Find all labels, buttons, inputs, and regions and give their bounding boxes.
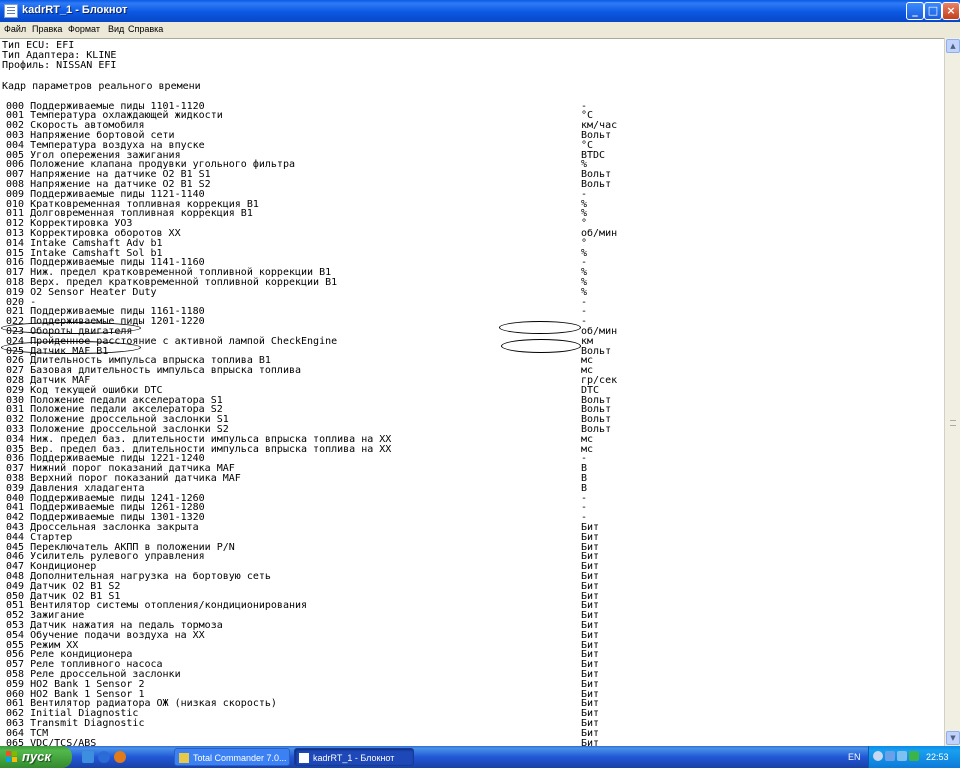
minimize-button[interactable]: _ xyxy=(906,2,924,20)
security-icon[interactable] xyxy=(909,751,919,761)
scroll-thumb-grip[interactable] xyxy=(950,420,956,426)
notepad-icon xyxy=(299,753,309,763)
windows-logo-icon xyxy=(6,751,18,763)
parameter-unit: Бит xyxy=(581,737,600,746)
show-desktop-icon[interactable] xyxy=(82,751,94,763)
tray-app-icon[interactable] xyxy=(873,751,883,761)
menu-file[interactable]: Файл xyxy=(4,24,26,34)
vertical-scrollbar[interactable]: ▲ ▼ xyxy=(944,38,960,746)
start-label: пуск xyxy=(22,749,51,764)
menu-help[interactable]: Справка xyxy=(128,24,163,34)
text-editor-area[interactable]: Тип ECU: EFI Тип Адаптера: KLINE Профиль… xyxy=(0,38,944,746)
menu-bar: Файл Правка Формат Вид Справка xyxy=(0,22,960,37)
hand-drawn-circle-maf-value xyxy=(501,339,581,353)
notepad-icon xyxy=(4,4,18,18)
notepad-window: kadrRT_1 - Блокнот _ □ × Файл Правка Фор… xyxy=(0,0,960,746)
title-bar[interactable]: kadrRT_1 - Блокнот _ □ × xyxy=(0,0,960,22)
taskbar-item-total-commander[interactable]: Total Commander 7.0... xyxy=(174,748,290,766)
clock: 22:53 xyxy=(926,752,949,762)
start-button[interactable]: пуск xyxy=(0,746,72,768)
menu-edit[interactable]: Правка xyxy=(32,24,62,34)
firefox-icon[interactable] xyxy=(114,751,126,763)
menu-view[interactable]: Вид xyxy=(108,24,124,34)
hand-drawn-circle-rpm-value xyxy=(499,321,581,334)
maximize-button[interactable]: □ xyxy=(924,2,942,20)
window-title: kadrRT_1 - Блокнот xyxy=(22,4,128,16)
menu-format[interactable]: Формат xyxy=(68,24,100,34)
parameter-name: 065 VDC/TCS/ABS xyxy=(6,737,97,746)
network-icon[interactable] xyxy=(885,751,895,761)
taskbar-item-notepad[interactable]: kadrRT_1 - Блокнот xyxy=(294,748,414,766)
scroll-down-icon[interactable]: ▼ xyxy=(946,731,960,745)
total-commander-icon xyxy=(179,753,189,763)
internet-explorer-icon[interactable] xyxy=(98,751,110,763)
close-button[interactable]: × xyxy=(942,2,960,20)
network-icon-2[interactable] xyxy=(897,751,907,761)
language-indicator[interactable]: EN xyxy=(848,752,861,762)
taskbar: пуск Total Commander 7.0... kadrRT_1 - Б… xyxy=(0,746,960,768)
scroll-up-icon[interactable]: ▲ xyxy=(946,39,960,53)
